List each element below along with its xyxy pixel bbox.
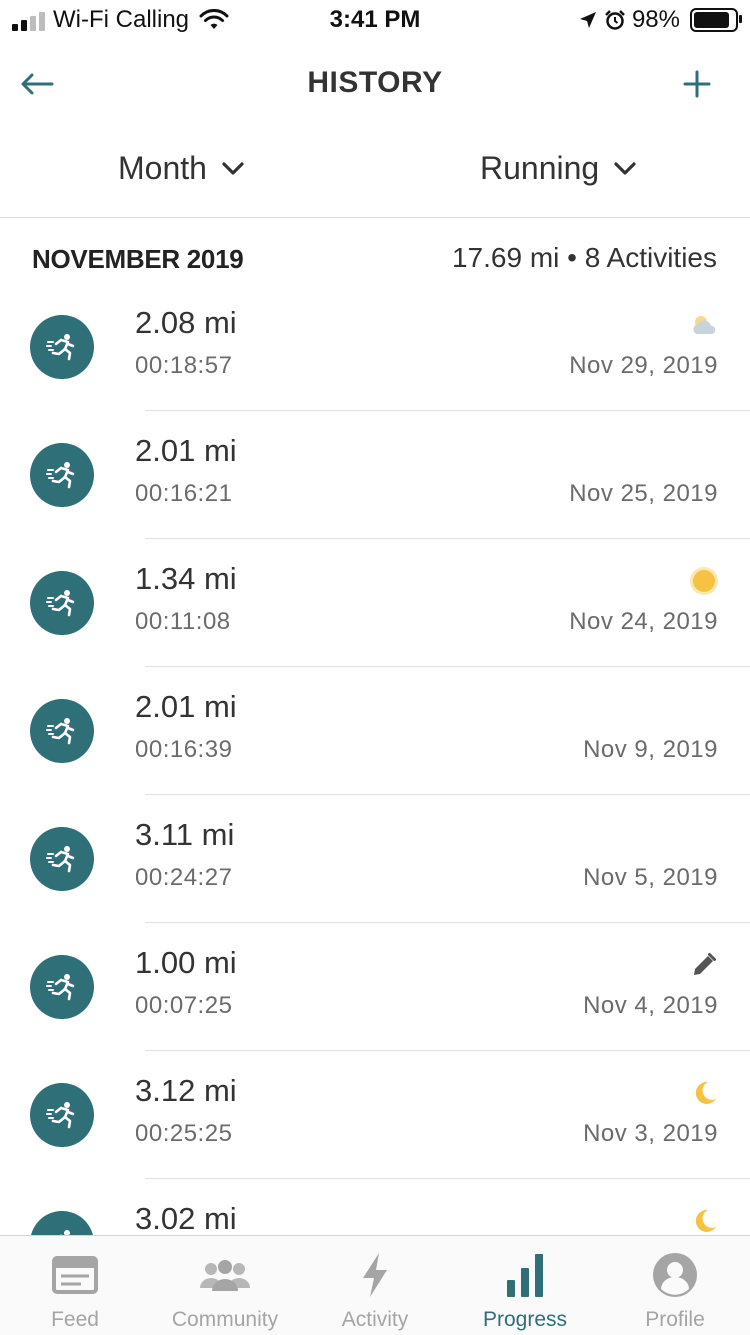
activity-distance: 1.00 mi bbox=[135, 945, 237, 980]
alarm-icon bbox=[605, 10, 625, 30]
chevron-down-icon bbox=[222, 161, 244, 175]
activity-date: Nov 5, 2019 bbox=[583, 864, 718, 891]
status-right: 98% bbox=[578, 6, 742, 34]
plus-icon bbox=[683, 70, 711, 98]
activity-date: Nov 24, 2019 bbox=[569, 608, 718, 635]
activity-distance: 2.01 mi bbox=[135, 433, 237, 468]
activity-type-label: Running bbox=[480, 150, 600, 186]
activity-duration: 00:16:39 bbox=[135, 736, 233, 763]
activity-date: Nov 9, 2019 bbox=[583, 736, 718, 763]
filter-bar: Month Running bbox=[0, 130, 750, 218]
running-icon bbox=[30, 1083, 94, 1147]
period-dropdown[interactable]: Month bbox=[118, 150, 245, 187]
cloud-sun-icon bbox=[688, 309, 720, 341]
activity-distance: 2.08 mi bbox=[135, 305, 237, 340]
moon-icon bbox=[688, 1077, 720, 1109]
pencil-icon bbox=[688, 949, 720, 981]
activity-date: Nov 25, 2019 bbox=[569, 480, 718, 507]
activity-row[interactable]: 1.00 mi 00:07:25 Nov 4, 2019 bbox=[0, 923, 750, 1051]
running-icon bbox=[30, 315, 94, 379]
tab-profile[interactable]: Profile bbox=[600, 1236, 750, 1335]
battery-fill bbox=[694, 12, 730, 28]
add-activity-button[interactable] bbox=[672, 62, 722, 106]
running-icon bbox=[30, 699, 94, 763]
location-arrow-icon bbox=[579, 12, 596, 28]
moon-icon bbox=[688, 1205, 720, 1237]
lightning-icon bbox=[300, 1252, 450, 1298]
month-summary: 17.69 mi • 8 Activities bbox=[451, 242, 717, 273]
activity-row[interactable]: 1.34 mi 00:11:08 Nov 24, 2019 bbox=[0, 539, 750, 667]
activity-date: Nov 3, 2019 bbox=[583, 1120, 718, 1147]
activity-row[interactable]: 2.01 mi 00:16:21 Nov 25, 2019 bbox=[0, 411, 750, 539]
tab-community[interactable]: Community bbox=[150, 1236, 300, 1335]
feed-icon bbox=[0, 1252, 150, 1298]
battery-percent: 98% bbox=[631, 6, 680, 33]
activity-duration: 00:11:08 bbox=[135, 608, 231, 635]
sun-icon bbox=[688, 565, 720, 597]
battery-icon bbox=[690, 8, 742, 32]
period-label: Month bbox=[118, 150, 207, 186]
tab-label: Progress bbox=[482, 1308, 568, 1331]
tab-label: Activity bbox=[341, 1308, 409, 1331]
activity-row[interactable]: 3.12 mi 00:25:25 Nov 3, 2019 bbox=[0, 1051, 750, 1179]
profile-icon bbox=[600, 1252, 750, 1298]
activity-duration: 00:07:25 bbox=[135, 992, 233, 1019]
activity-type-dropdown[interactable]: Running bbox=[480, 150, 637, 187]
activity-row[interactable]: 3.11 mi 00:24:27 Nov 5, 2019 bbox=[0, 795, 750, 923]
bar-chart-icon bbox=[450, 1252, 600, 1298]
activity-date: Nov 4, 2019 bbox=[583, 992, 718, 1019]
month-title: NOVEMBER 2019 bbox=[32, 244, 244, 274]
community-icon bbox=[150, 1252, 300, 1298]
tab-label: Profile bbox=[645, 1308, 705, 1331]
running-icon bbox=[30, 571, 94, 635]
tab-progress[interactable]: Progress bbox=[450, 1236, 600, 1335]
tab-activity[interactable]: Activity bbox=[300, 1236, 450, 1335]
status-bar: Wi-Fi Calling 3:41 PM 98% bbox=[0, 0, 750, 40]
activity-distance: 3.11 mi bbox=[135, 817, 235, 852]
activity-duration: 00:25:25 bbox=[135, 1120, 233, 1147]
tab-label: Community bbox=[171, 1308, 279, 1331]
activity-duration: 00:18:57 bbox=[135, 352, 233, 379]
activity-row[interactable]: 2.01 mi 00:16:39 Nov 9, 2019 bbox=[0, 667, 750, 795]
page-title: HISTORY bbox=[307, 66, 443, 99]
running-icon bbox=[30, 955, 94, 1019]
running-icon bbox=[30, 827, 94, 891]
activity-distance: 3.12 mi bbox=[135, 1073, 237, 1108]
tab-label: Feed bbox=[51, 1308, 99, 1331]
activity-duration: 00:16:21 bbox=[135, 480, 233, 507]
activity-distance: 1.34 mi bbox=[135, 561, 237, 596]
activity-distance: 2.01 mi bbox=[135, 689, 237, 724]
header: HISTORY bbox=[0, 40, 750, 130]
activity-duration: 00:24:27 bbox=[135, 864, 233, 891]
activity-list: 2.08 mi 00:18:57 Nov 29, 2019 2.01 mi 00… bbox=[0, 283, 750, 1307]
activity-row[interactable]: 2.08 mi 00:18:57 Nov 29, 2019 bbox=[0, 283, 750, 411]
activity-date: Nov 29, 2019 bbox=[569, 352, 718, 379]
activity-distance: 3.02 mi bbox=[135, 1201, 237, 1236]
tab-feed[interactable]: Feed bbox=[0, 1236, 150, 1335]
running-icon bbox=[30, 443, 94, 507]
chevron-down-icon bbox=[614, 161, 636, 175]
tab-bar: Feed Community Activity Progress Profile bbox=[0, 1235, 750, 1335]
